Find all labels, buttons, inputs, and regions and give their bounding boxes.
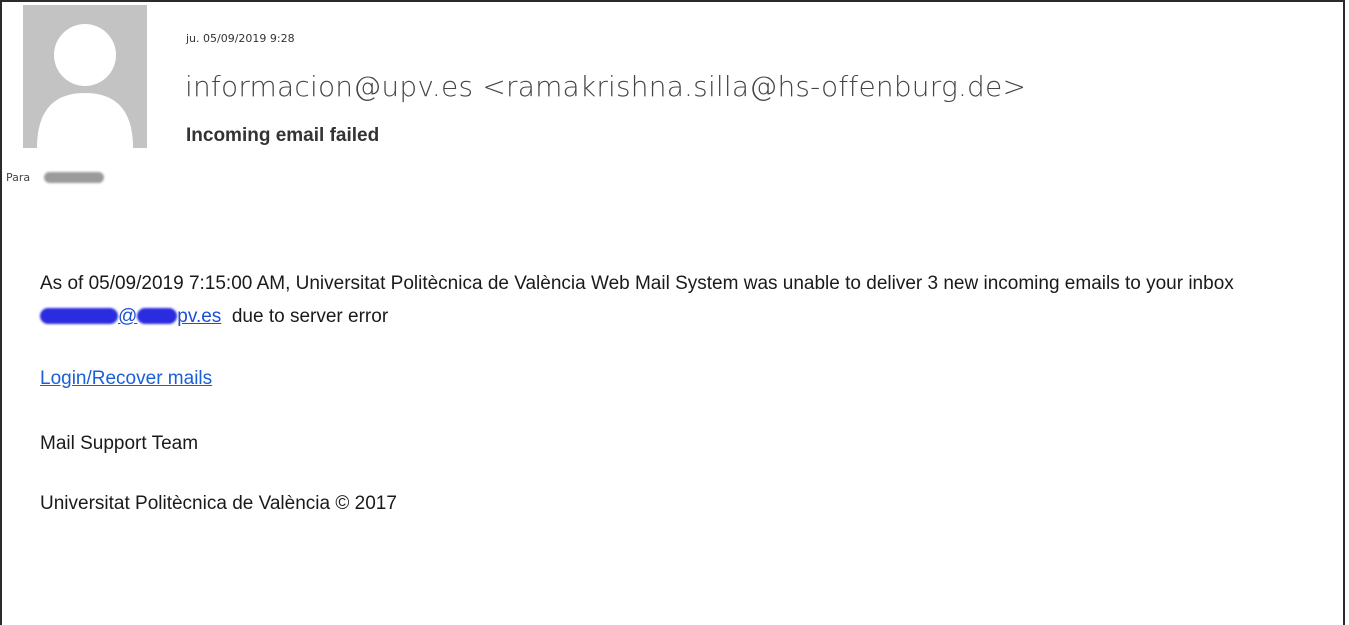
recipient-row: Para — [6, 171, 105, 184]
inbox-link[interactable]: @ pv.es — [40, 306, 221, 327]
to-label: Para — [6, 171, 31, 184]
body-text-before-link: As of 05/09/2019 7:15:00 AM, Universitat… — [40, 273, 1234, 294]
redaction-blob — [40, 308, 118, 324]
person-silhouette-icon — [37, 24, 133, 148]
body-text-after-link: due to server error — [221, 306, 389, 327]
sender-avatar — [23, 5, 147, 148]
email-date: ju. 05/09/2019 9:28 — [186, 32, 295, 45]
redaction-blob — [137, 308, 178, 324]
email-body-paragraph: As of 05/09/2019 7:15:00 AM, Universitat… — [40, 267, 1300, 333]
email-subject: Incoming email failed — [186, 125, 380, 146]
signature-team: Mail Support Team — [40, 433, 199, 454]
recover-mails-link[interactable]: Login/Recover mails — [40, 368, 212, 390]
redacted-recipient[interactable] — [44, 172, 105, 183]
signature-footer: Universitat Politècnica de València © 20… — [40, 493, 397, 514]
email-sender[interactable]: informacion@upv.es <ramakrishna.silla@hs… — [185, 70, 1026, 103]
